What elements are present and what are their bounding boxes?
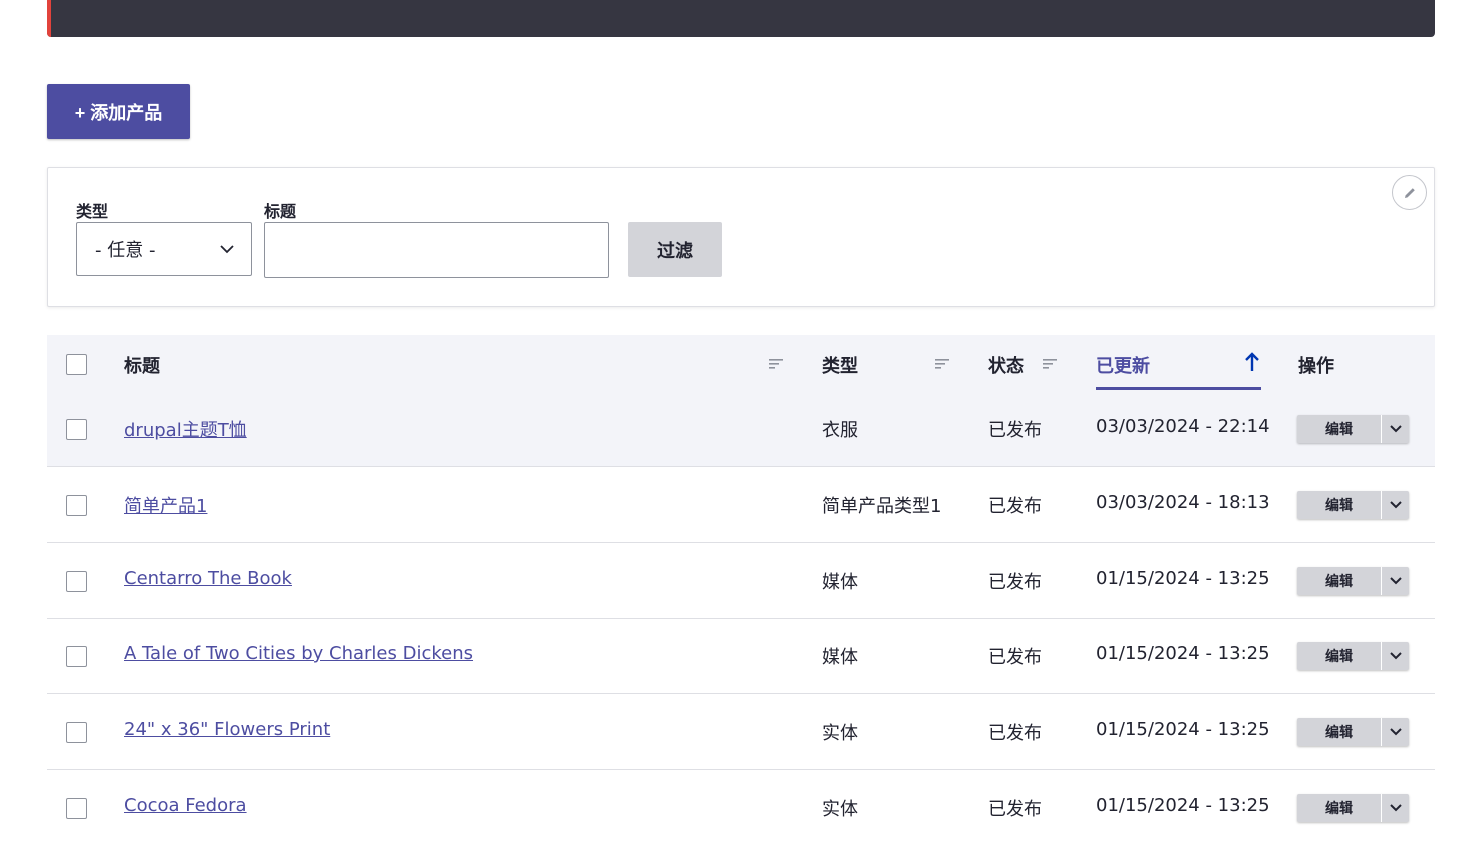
row-title-cell: 24" x 36" Flowers Print (124, 719, 330, 740)
operations-toggle[interactable] (1382, 642, 1409, 670)
product-title-link[interactable]: A Tale of Two Cities by Charles Dickens (124, 643, 473, 664)
chevron-down-icon (1389, 577, 1402, 585)
row-checkbox[interactable] (66, 722, 87, 743)
row-type: 实体 (822, 723, 858, 744)
row-updated: 01/15/2024 - 13:25 (1096, 795, 1270, 816)
edit-button[interactable]: 编辑 (1297, 642, 1382, 670)
row-type: 衣服 (822, 420, 858, 441)
column-header-title[interactable]: 标题 (124, 352, 160, 378)
sort-icon[interactable] (768, 357, 784, 371)
row-type: 媒体 (822, 647, 858, 668)
title-filter-input[interactable] (264, 222, 609, 278)
filter-button[interactable]: 过滤 (628, 222, 722, 277)
operations-dropbutton: 编辑 (1297, 415, 1409, 443)
row-updated: 01/15/2024 - 13:25 (1096, 719, 1270, 740)
operations-toggle[interactable] (1382, 794, 1409, 822)
table-header: 标题 类型 状态 已更新 操作 (47, 335, 1435, 391)
table-row: 24" x 36" Flowers Print 实体 已发布 01/15/202… (47, 694, 1435, 770)
row-status: 已发布 (988, 572, 1042, 593)
type-select-value: - 任意 - (95, 240, 156, 261)
table-row: A Tale of Two Cities by Charles Dickens … (47, 618, 1435, 694)
sort-ascending-arrow-icon[interactable] (1244, 352, 1260, 372)
table-row: 简单产品1 简单产品类型1 已发布 03/03/2024 - 18:13 编辑 (47, 467, 1435, 543)
chevron-down-icon (1389, 425, 1402, 433)
row-title-cell: Centarro The Book (124, 568, 292, 589)
row-type: 实体 (822, 799, 858, 820)
row-title-cell: Cocoa Fedora (124, 795, 247, 816)
row-updated: 03/03/2024 - 18:13 (1096, 492, 1270, 513)
row-updated: 01/15/2024 - 13:25 (1096, 643, 1270, 664)
column-header-actions: 操作 (1298, 356, 1334, 377)
select-all-checkbox[interactable] (66, 354, 87, 375)
row-type: 简单产品类型1 (822, 496, 942, 517)
product-title-link[interactable]: drupal主题T恤 (124, 420, 247, 441)
row-type: 媒体 (822, 572, 858, 593)
row-status: 已发布 (988, 420, 1042, 441)
row-status: 已发布 (988, 647, 1042, 668)
product-title-link[interactable]: Cocoa Fedora (124, 795, 247, 816)
row-title-cell: A Tale of Two Cities by Charles Dickens (124, 643, 473, 664)
row-checkbox[interactable] (66, 571, 87, 592)
type-filter-label: 类型 (76, 202, 109, 221)
row-status: 已发布 (988, 496, 1042, 517)
product-title-link[interactable]: 24" x 36" Flowers Print (124, 719, 330, 740)
row-title-cell: 简单产品1 (124, 492, 207, 518)
filter-panel: 类型 标题 - 任意 - 过滤 (47, 167, 1435, 307)
column-header-status[interactable]: 状态 (988, 352, 1024, 378)
operations-dropbutton: 编辑 (1297, 794, 1409, 822)
operations-toggle[interactable] (1382, 567, 1409, 595)
chevron-down-icon (1389, 804, 1402, 812)
active-sort-underline (1096, 387, 1261, 390)
table-row: Centarro The Book 媒体 已发布 01/15/2024 - 13… (47, 543, 1435, 619)
add-product-button[interactable]: + 添加产品 (47, 84, 190, 139)
chevron-down-icon (1389, 652, 1402, 660)
row-status: 已发布 (988, 723, 1042, 744)
chevron-down-icon (1389, 501, 1402, 509)
top-toolbar (47, 0, 1435, 37)
operations-toggle[interactable] (1382, 491, 1409, 519)
edit-button[interactable]: 编辑 (1297, 491, 1382, 519)
row-status: 已发布 (988, 799, 1042, 820)
edit-button[interactable]: 编辑 (1297, 415, 1382, 443)
row-checkbox[interactable] (66, 419, 87, 440)
type-select[interactable]: - 任意 - (76, 222, 252, 276)
row-checkbox[interactable] (66, 646, 87, 667)
edit-view-pencil-icon[interactable] (1392, 175, 1427, 210)
edit-button[interactable]: 编辑 (1297, 794, 1382, 822)
sort-icon[interactable] (1042, 357, 1058, 371)
edit-button[interactable]: 编辑 (1297, 718, 1382, 746)
table-row: Cocoa Fedora 实体 已发布 01/15/2024 - 13:25 编… (47, 770, 1435, 845)
chevron-down-icon (220, 245, 234, 254)
edit-button[interactable]: 编辑 (1297, 567, 1382, 595)
column-header-type[interactable]: 类型 (822, 352, 858, 378)
operations-toggle[interactable] (1382, 718, 1409, 746)
column-header-updated[interactable]: 已更新 (1096, 352, 1150, 378)
row-updated: 03/03/2024 - 22:14 (1096, 416, 1270, 437)
product-title-link[interactable]: 简单产品1 (124, 496, 207, 517)
row-updated: 01/15/2024 - 13:25 (1096, 568, 1270, 589)
sort-icon[interactable] (934, 357, 950, 371)
operations-dropbutton: 编辑 (1297, 567, 1409, 595)
chevron-down-icon (1389, 728, 1402, 736)
title-filter-label: 标题 (264, 202, 297, 221)
operations-toggle[interactable] (1382, 415, 1409, 443)
operations-dropbutton: 编辑 (1297, 718, 1409, 746)
toolbar-accent (47, 0, 51, 37)
row-checkbox[interactable] (66, 798, 87, 819)
operations-dropbutton: 编辑 (1297, 491, 1409, 519)
product-title-link[interactable]: Centarro The Book (124, 568, 292, 589)
row-title-cell: drupal主题T恤 (124, 416, 247, 442)
row-checkbox[interactable] (66, 495, 87, 516)
operations-dropbutton: 编辑 (1297, 642, 1409, 670)
table-row: drupal主题T恤 衣服 已发布 03/03/2024 - 22:14 编辑 (47, 391, 1435, 467)
